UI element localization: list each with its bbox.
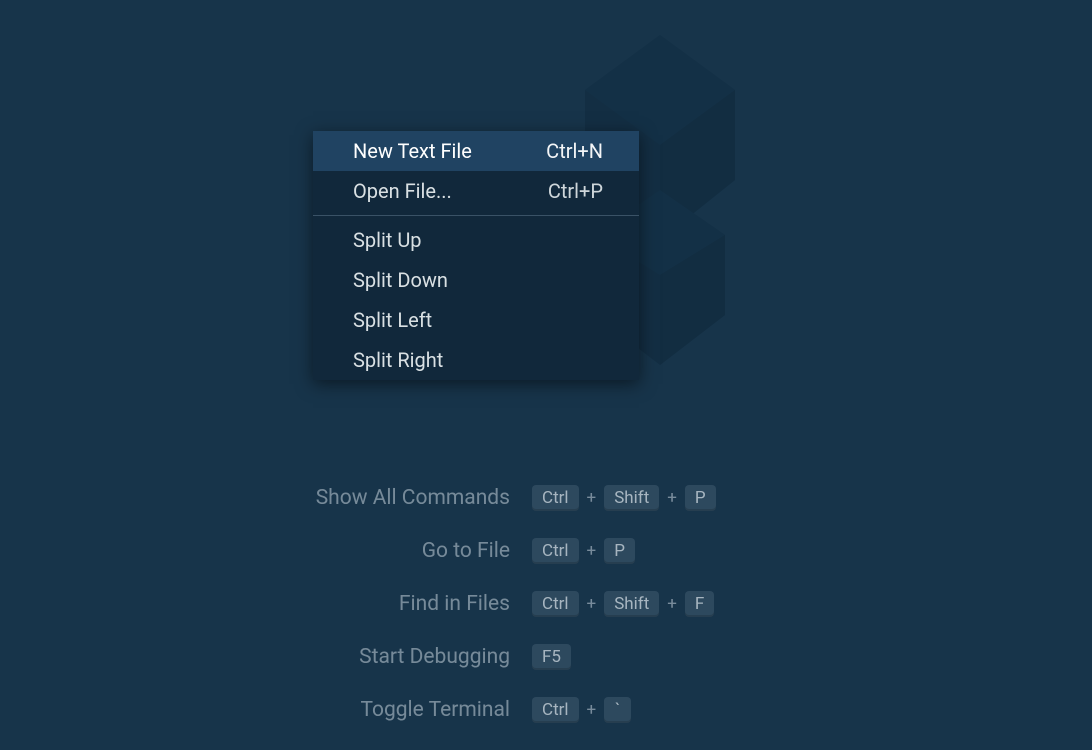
keyboard-key: P (685, 485, 716, 511)
shortcut-row: Start DebuggingF5 (190, 644, 890, 670)
menu-item[interactable]: Split Up (313, 220, 639, 260)
keyboard-key: P (604, 538, 635, 564)
shortcut-label: Toggle Terminal (190, 698, 532, 722)
keyboard-key: Ctrl (532, 591, 579, 617)
context-menu[interactable]: New Text File Ctrl+N Open File... Ctrl+P Spl… (313, 131, 639, 380)
key-plus-separator: + (585, 541, 599, 561)
keyboard-key: Shift (604, 485, 659, 511)
keyboard-key: ` (604, 697, 631, 723)
keyboard-key: F (685, 591, 714, 617)
menu-item-label: Split Left (353, 308, 432, 332)
menu-item-shortcut: Ctrl+N (546, 139, 603, 163)
keyboard-key: Ctrl (532, 538, 579, 564)
menu-item-label: Split Right (353, 348, 443, 372)
shortcut-label: Show All Commands (190, 486, 532, 510)
key-plus-separator: + (665, 488, 679, 508)
keyboard-key: F5 (532, 644, 571, 670)
menu-item-label: Split Down (353, 268, 448, 292)
menu-item-label: New Text File (353, 139, 472, 163)
menu-item-shortcut: Ctrl+P (548, 179, 603, 203)
menu-item[interactable]: Split Right (313, 340, 639, 380)
shortcut-keys: Ctrl+Shift+F (532, 591, 714, 617)
shortcut-label: Start Debugging (190, 645, 532, 669)
shortcut-row: Toggle TerminalCtrl +` (190, 697, 890, 723)
menu-item[interactable]: Split Left (313, 300, 639, 340)
menu-item[interactable]: New Text File Ctrl+N (313, 131, 639, 171)
shortcut-keys: Ctrl +` (532, 697, 631, 723)
menu-separator (313, 215, 639, 216)
keyboard-key: Ctrl (532, 485, 579, 511)
shortcut-keys: Ctrl +P (532, 538, 635, 564)
keyboard-key: Shift (604, 591, 659, 617)
menu-item-label: Split Up (353, 228, 422, 252)
shortcut-row: Show All CommandsCtrl+Shift+P (190, 485, 890, 511)
keyboard-key: Ctrl (532, 697, 579, 723)
menu-item-label: Open File... (353, 179, 452, 203)
key-plus-separator: + (585, 700, 599, 720)
shortcut-label: Find in Files (190, 592, 532, 616)
welcome-shortcut-tips: Show All CommandsCtrl+Shift+PGo to FileC… (190, 485, 890, 750)
shortcut-keys: F5 (532, 644, 571, 670)
menu-item[interactable]: Open File... Ctrl+P (313, 171, 639, 211)
shortcut-row: Go to FileCtrl +P (190, 538, 890, 564)
key-plus-separator: + (585, 594, 599, 614)
shortcut-keys: Ctrl+Shift+P (532, 485, 716, 511)
shortcut-row: Find in FilesCtrl+Shift+F (190, 591, 890, 617)
menu-item[interactable]: Split Down (313, 260, 639, 300)
key-plus-separator: + (585, 488, 599, 508)
shortcut-label: Go to File (190, 539, 532, 563)
key-plus-separator: + (665, 594, 679, 614)
